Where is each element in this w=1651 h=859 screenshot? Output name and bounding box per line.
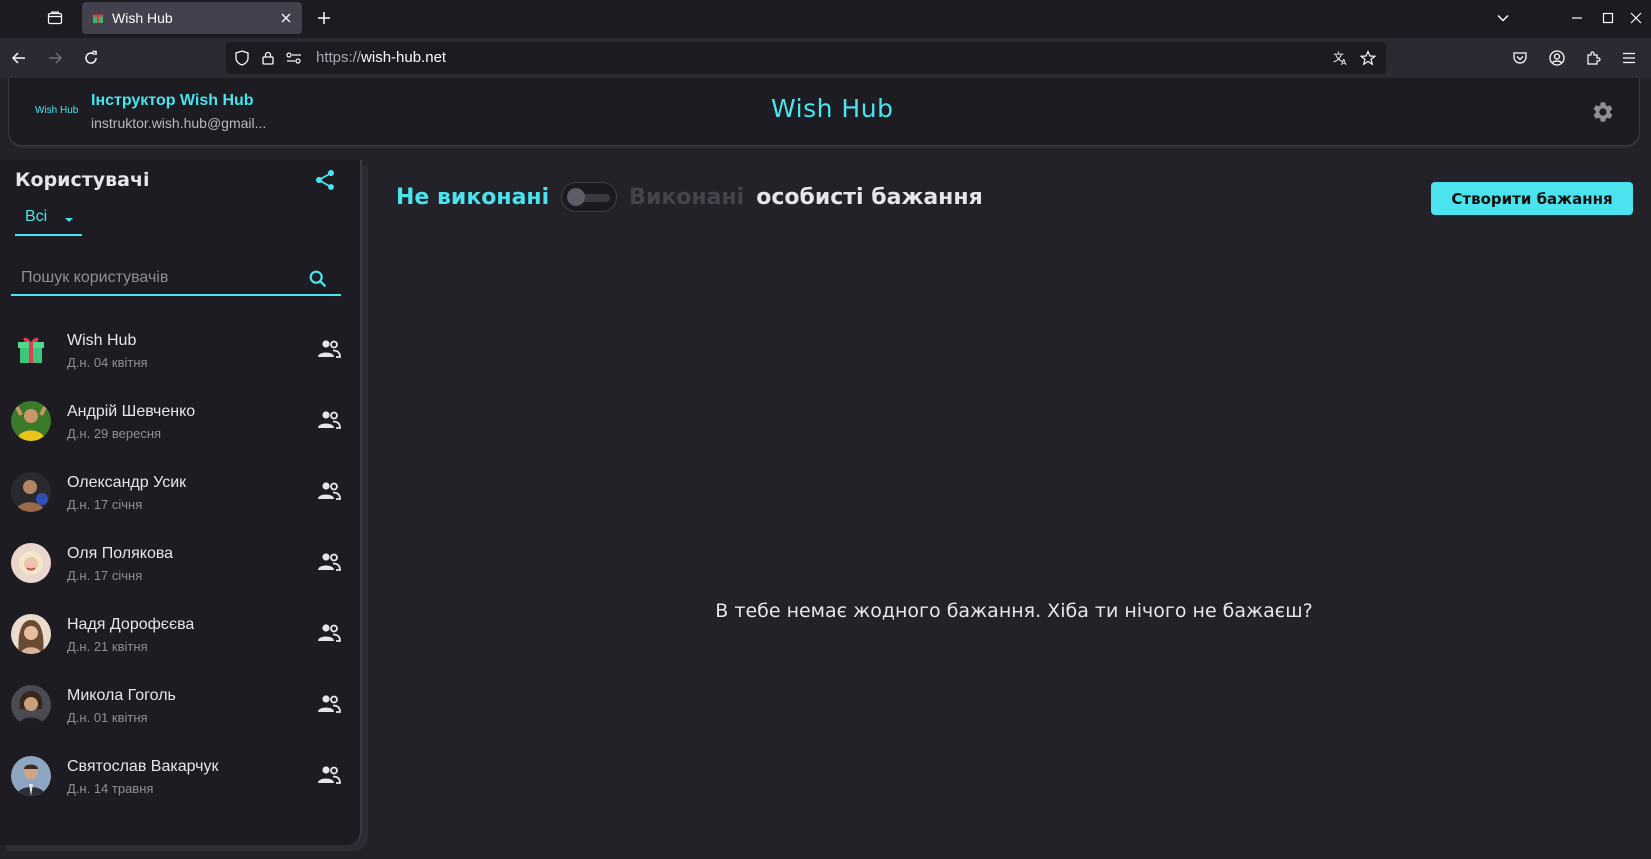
user-birthday: Д.н. 04 квітня bbox=[67, 355, 148, 370]
url-text[interactable]: https://wish-hub.net bbox=[316, 49, 446, 66]
list-all-tabs-icon[interactable] bbox=[1491, 6, 1515, 30]
user-name: Андрій Шевченко bbox=[67, 403, 196, 420]
user-name: Микола Гоголь bbox=[67, 687, 176, 704]
menu-icon[interactable] bbox=[1617, 46, 1641, 70]
filter-done-label[interactable]: Виконані bbox=[629, 185, 744, 210]
app-header: Wish Hub Інструктор Wish Hub instruktor.… bbox=[8, 78, 1640, 146]
browser-tab[interactable]: Wish Hub bbox=[82, 2, 302, 34]
share-icon[interactable] bbox=[313, 168, 337, 192]
caret-down-icon bbox=[63, 214, 75, 226]
search-icon[interactable] bbox=[307, 268, 329, 290]
user-birthday: Д.н. 21 квітня bbox=[67, 639, 148, 654]
user-list-item[interactable]: Святослав Вакарчук Д.н. 14 травня bbox=[0, 740, 360, 811]
browser-nav-bar: https://wish-hub.net 文A bbox=[0, 38, 1651, 78]
page: Wish Hub Інструктор Wish Hub instruktor.… bbox=[0, 78, 1651, 859]
users-filter-select[interactable]: Всі bbox=[15, 204, 82, 236]
done-toggle[interactable] bbox=[561, 182, 618, 212]
user-birthday: Д.н. 01 квітня bbox=[67, 710, 148, 725]
user-birthday: Д.н. 17 січня bbox=[67, 497, 143, 512]
user-avatar bbox=[11, 543, 51, 583]
empty-state-message: В тебе немає жодного бажання. Хіба ти ні… bbox=[715, 600, 1313, 622]
people-icon[interactable] bbox=[317, 339, 341, 359]
user-name: Олександр Усик bbox=[67, 474, 187, 491]
sidebar-title: Користувачі bbox=[15, 169, 150, 191]
user-name: Святослав Вакарчук bbox=[67, 758, 219, 775]
user-birthday: Д.н. 17 січня bbox=[67, 568, 143, 583]
user-list-item[interactable]: Микола Гоголь Д.н. 01 квітня bbox=[0, 669, 360, 740]
user-avatar bbox=[11, 472, 51, 512]
user-search-input[interactable] bbox=[21, 266, 301, 290]
current-user-email: instruktor.wish.hub@gmail... bbox=[91, 115, 267, 131]
minimize-icon[interactable] bbox=[1565, 6, 1589, 30]
filter-value: Всі bbox=[25, 208, 48, 225]
people-icon[interactable] bbox=[317, 481, 341, 501]
new-tab-icon[interactable] bbox=[312, 6, 336, 30]
site-permissions-icon[interactable] bbox=[286, 50, 302, 66]
reload-icon[interactable] bbox=[79, 46, 103, 70]
gear-icon[interactable] bbox=[1591, 100, 1615, 124]
user-list-item[interactable]: Олександр Усик Д.н. 17 січня bbox=[0, 456, 360, 527]
close-window-icon[interactable] bbox=[1624, 6, 1648, 30]
svg-text:A: A bbox=[1341, 58, 1347, 66]
lock-icon[interactable] bbox=[260, 50, 276, 66]
user-list-item[interactable]: Оля Полякова Д.н. 17 січня bbox=[0, 527, 360, 598]
users-sidebar: Користувачі Всі Wish Hub Д.н. 04 квітня bbox=[0, 160, 362, 845]
user-list-item[interactable]: Надя Дорофєєва Д.н. 21 квітня bbox=[0, 598, 360, 669]
extensions-icon[interactable] bbox=[1581, 46, 1605, 70]
pocket-icon[interactable] bbox=[1508, 46, 1532, 70]
people-icon[interactable] bbox=[317, 765, 341, 785]
user-avatar bbox=[11, 756, 51, 796]
shield-icon[interactable] bbox=[234, 50, 250, 66]
url-bar[interactable]: https://wish-hub.net 文A bbox=[226, 42, 1386, 74]
current-user-name: Інструктор Wish Hub bbox=[91, 92, 254, 109]
user-avatar bbox=[11, 401, 51, 441]
toggle-knob bbox=[567, 188, 586, 206]
translate-icon[interactable]: 文A bbox=[1333, 50, 1349, 66]
user-avatar bbox=[11, 614, 51, 654]
wishes-heading: Не виконані Виконані особисті бажання bbox=[396, 179, 983, 215]
close-tab-icon[interactable] bbox=[276, 8, 296, 28]
url-domain: wish-hub.net bbox=[361, 49, 447, 66]
user-birthday: Д.н. 14 травня bbox=[67, 781, 154, 796]
filter-undone-label[interactable]: Не виконані bbox=[396, 185, 549, 210]
user-name: Wish Hub bbox=[67, 332, 137, 349]
user-avatar bbox=[11, 685, 51, 725]
browser-tab-strip: Wish Hub bbox=[0, 0, 1651, 36]
account-icon[interactable] bbox=[1545, 46, 1569, 70]
gift-avatar bbox=[11, 330, 51, 370]
forward-arrow-icon[interactable] bbox=[43, 46, 67, 70]
people-icon[interactable] bbox=[317, 623, 341, 643]
user-name: Оля Полякова bbox=[67, 545, 174, 562]
user-name: Надя Дорофєєва bbox=[67, 616, 195, 633]
user-list: Wish Hub Д.н. 04 квітня Андрій Шевченко … bbox=[0, 314, 360, 811]
people-icon[interactable] bbox=[317, 552, 341, 572]
user-list-item[interactable]: Андрій Шевченко Д.н. 29 вересня bbox=[0, 385, 360, 456]
bookmark-star-icon[interactable] bbox=[1360, 50, 1376, 66]
create-wish-button[interactable]: Створити бажання bbox=[1431, 182, 1633, 215]
brand-title: Wish Hub bbox=[771, 94, 894, 123]
header-logo[interactable]: Wish Hub bbox=[35, 105, 78, 116]
url-scheme: https:// bbox=[316, 49, 362, 66]
people-icon[interactable] bbox=[317, 410, 341, 430]
maximize-icon[interactable] bbox=[1596, 6, 1620, 30]
people-icon[interactable] bbox=[317, 694, 341, 714]
user-list-item[interactable]: Wish Hub Д.н. 04 квітня bbox=[0, 314, 360, 385]
gift-favicon-icon bbox=[92, 12, 104, 24]
tab-title: Wish Hub bbox=[112, 10, 173, 26]
back-arrow-icon[interactable] bbox=[7, 46, 31, 70]
tab-manager-icon[interactable] bbox=[43, 6, 67, 30]
user-birthday: Д.н. 29 вересня bbox=[67, 426, 162, 441]
personal-wishes-label: особисті бажання bbox=[756, 184, 983, 210]
user-search-box bbox=[11, 260, 341, 296]
